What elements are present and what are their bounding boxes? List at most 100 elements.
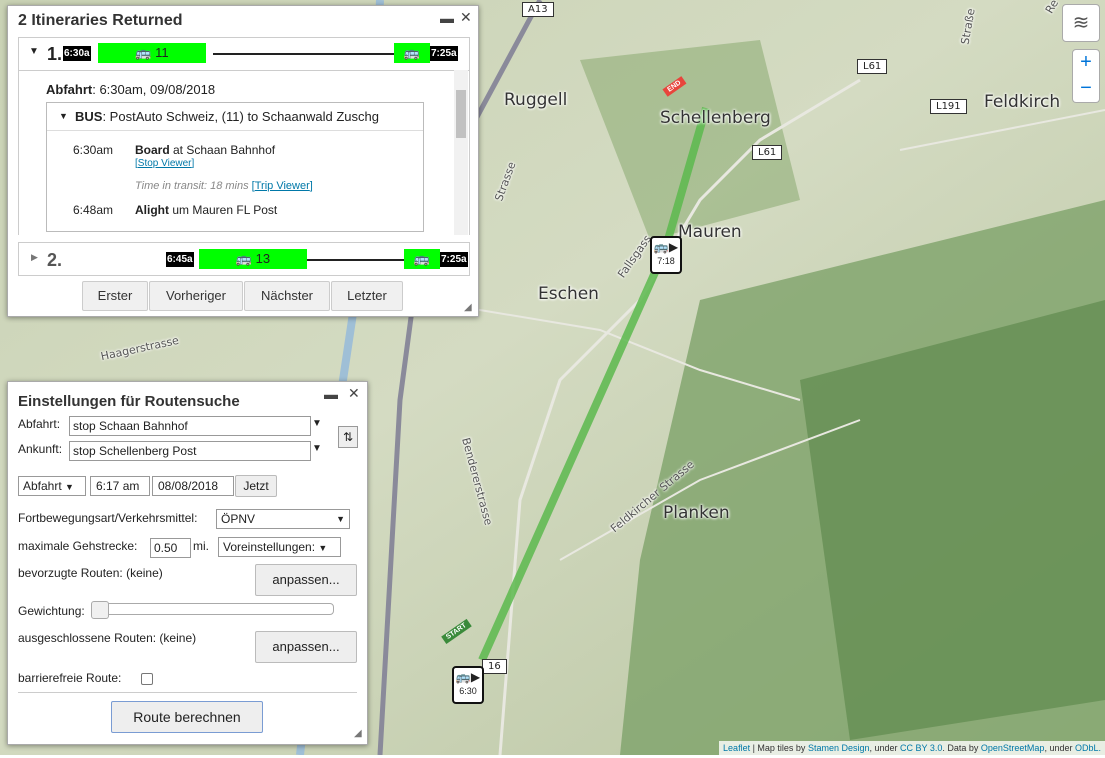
preferred-routes-label: bevorzugte Routen: (keine) xyxy=(18,566,163,580)
layers-icon[interactable]: ≋ xyxy=(1062,4,1100,42)
stop-viewer-link[interactable]: [Stop Viewer] xyxy=(135,158,194,169)
alight-label: Alight xyxy=(135,203,169,217)
last-button[interactable]: Letzter xyxy=(331,281,403,311)
leg-box: ▼ BUS: PostAuto Schweiz, (11) to Schaanw… xyxy=(46,102,424,232)
departure-label: Abfahrt xyxy=(46,82,93,97)
leg-description: : PostAuto Schweiz, (11) to Schaanwald Z… xyxy=(102,109,379,124)
town-label: Mauren xyxy=(678,222,742,242)
now-button[interactable]: Jetzt xyxy=(235,475,277,497)
stop-marker[interactable]: 🚌▶ 7:18 xyxy=(650,236,682,274)
road-shield: 16 xyxy=(482,659,507,674)
bus-route-number: 13 xyxy=(255,251,271,266)
settings-panel: Einstellungen für Routensuche ▬ ✕ Abfahr… xyxy=(7,381,368,745)
ccby-link[interactable]: CC BY 3.0 xyxy=(900,743,942,753)
transit-text: Time in transit: 18 mins xyxy=(135,180,249,192)
town-label: Feldkirch xyxy=(984,92,1061,112)
bus-icon: 🚌 xyxy=(135,45,156,60)
board-label: Board xyxy=(135,143,170,157)
bus-segment: 🚌 xyxy=(394,43,430,63)
trip-viewer-link[interactable]: Trip Viewer xyxy=(255,180,310,192)
road-shield: A13 xyxy=(522,2,554,17)
time-mode-select[interactable]: Abfahrt ▼ xyxy=(18,476,86,496)
zoom-in-button[interactable]: + xyxy=(1072,49,1100,77)
from-label: Abfahrt: xyxy=(18,417,61,431)
bus-icon: 🚌 xyxy=(235,251,256,266)
resize-handle-icon[interactable]: ◢ xyxy=(464,302,472,313)
time-mode-value: Abfahrt xyxy=(23,479,62,493)
slider-handle[interactable] xyxy=(91,601,109,619)
bus-icon: 🚌 xyxy=(403,45,421,60)
scrollbar[interactable] xyxy=(454,70,468,235)
scrollbar-thumb[interactable] xyxy=(456,90,466,138)
town-label: Planken xyxy=(663,503,730,523)
osm-link[interactable]: OpenStreetMap xyxy=(981,743,1045,753)
road-shield: L61 xyxy=(752,145,783,160)
divider xyxy=(18,692,357,693)
road-shield: L191 xyxy=(930,99,967,114)
minimize-icon[interactable]: ▬ xyxy=(440,10,454,26)
walk-unit: mi. xyxy=(193,539,209,553)
leg-header[interactable]: ▼ BUS: PostAuto Schweiz, (11) to Schaanw… xyxy=(47,103,423,131)
minimize-icon[interactable]: ▬ xyxy=(324,386,338,402)
stop-viewer-text[interactable]: Stop Viewer xyxy=(138,158,192,169)
attribution-text: | Map tiles by xyxy=(750,743,808,753)
odbl-link[interactable]: ODbL. xyxy=(1075,743,1101,753)
itinerary-header[interactable]: ▶ 2. 6:45a 🚌 13 🚌 7:25a xyxy=(18,242,470,276)
alight-line: Alight um Mauren FL Post xyxy=(135,203,277,217)
bus-segment: 🚌 11 xyxy=(98,43,206,63)
walk-input[interactable]: 0.50 xyxy=(150,538,191,558)
itineraries-title: 2 Itineraries Returned xyxy=(18,12,183,29)
calculate-route-button[interactable]: Route berechnen xyxy=(111,701,263,733)
stop-time: 6:30 xyxy=(459,686,477,696)
date-input[interactable]: 08/08/2018 xyxy=(152,476,234,496)
weighting-slider[interactable] xyxy=(91,601,334,619)
bus-icon: 🚌▶ xyxy=(653,240,679,254)
mode-select[interactable]: ÖPNV ▼ xyxy=(216,509,350,529)
first-button[interactable]: Erster xyxy=(82,281,148,311)
alight-place: um Mauren FL Post xyxy=(169,203,278,217)
bus-icon: 🚌 xyxy=(413,251,431,266)
departure-line: Abfahrt: 6:30am, 09/08/2018 xyxy=(46,82,215,97)
preset-select[interactable]: Voreinstellungen: ▼ xyxy=(218,537,341,557)
to-input[interactable]: stop Schellenberg Post xyxy=(69,441,311,461)
stamen-link[interactable]: Stamen Design xyxy=(808,743,870,753)
attribution-text: , under xyxy=(1044,743,1075,753)
previous-button[interactable]: Vorheriger xyxy=(149,281,243,311)
attribution-text: , under xyxy=(869,743,901,753)
zoom-out-button[interactable]: − xyxy=(1072,76,1100,103)
chevron-down-icon[interactable]: ▼ xyxy=(312,443,322,454)
bus-segment: 🚌 xyxy=(404,249,440,269)
stop-marker[interactable]: 🚌▶ 6:30 xyxy=(452,666,484,704)
accessible-label: barrierefreie Route: xyxy=(18,671,122,685)
alight-time: 6:48am xyxy=(73,203,114,217)
resize-handle-icon[interactable]: ◢ xyxy=(354,728,362,739)
map-attribution: Leaflet | Map tiles by Stamen Design, un… xyxy=(719,741,1105,755)
customize-preferred-button[interactable]: anpassen... xyxy=(255,564,357,596)
attribution-text: . Data by xyxy=(942,743,981,753)
next-button[interactable]: Nächster xyxy=(244,281,330,311)
customize-excluded-button[interactable]: anpassen... xyxy=(255,631,357,663)
itinerary-index: 2. xyxy=(47,250,63,270)
itinerary-bar: 6:45a 🚌 13 🚌 7:25a xyxy=(63,248,468,270)
town-label: Ruggell xyxy=(504,90,568,110)
mode-label: Fortbewegungsart/Verkehrsmittel: xyxy=(18,511,198,525)
accessible-checkbox[interactable] xyxy=(141,673,153,685)
chevron-down-icon: ▼ xyxy=(65,482,74,492)
end-time: 7:25a xyxy=(440,252,468,267)
town-label: Eschen xyxy=(538,284,599,304)
preset-value: Voreinstellungen: xyxy=(223,540,316,554)
leg-mode: BUS xyxy=(75,109,103,124)
mode-value: ÖPNV xyxy=(221,512,256,526)
itinerary-header[interactable]: ▼ 1. 6:30a 🚌 11 🚌 7:25a xyxy=(18,37,470,71)
chevron-down-icon[interactable]: ▼ xyxy=(312,418,322,429)
close-icon[interactable]: ✕ xyxy=(460,9,472,26)
leaflet-link[interactable]: Leaflet xyxy=(723,743,750,753)
chevron-down-icon: ▼ xyxy=(318,543,328,553)
from-input[interactable]: stop Schaan Bahnhof xyxy=(69,416,311,436)
start-time: 6:30a xyxy=(63,46,91,61)
close-icon[interactable]: ✕ xyxy=(348,385,360,402)
time-input[interactable]: 6:17 am xyxy=(90,476,150,496)
chevron-down-icon: ▼ xyxy=(336,514,345,524)
swap-icon[interactable]: ⇅ xyxy=(338,426,358,448)
board-time: 6:30am xyxy=(73,143,114,157)
